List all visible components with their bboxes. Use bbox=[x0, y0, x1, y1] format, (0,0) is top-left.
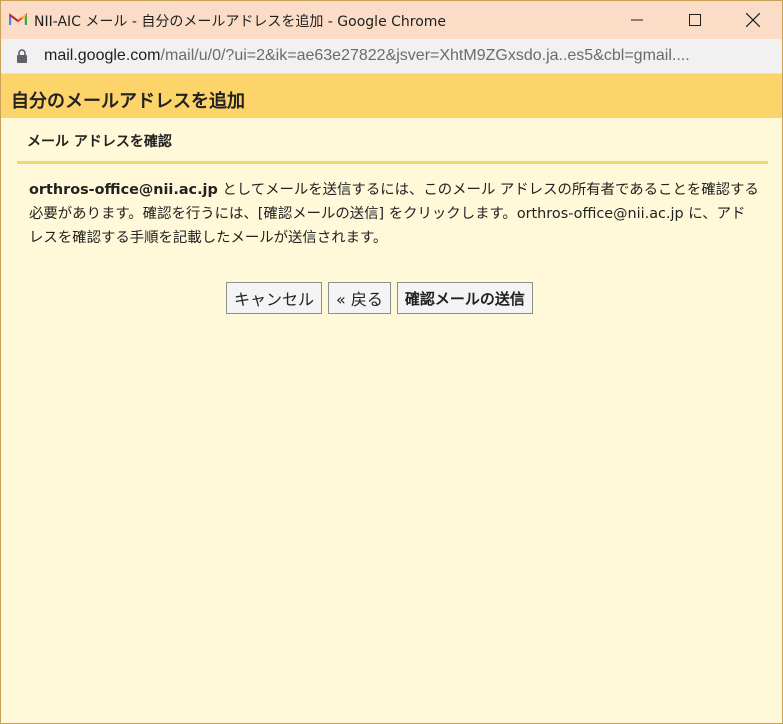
page-title: 自分のメールアドレスを追加 bbox=[11, 91, 245, 112]
button-row: キャンセル « 戻る 確認メールの送信 bbox=[226, 282, 533, 314]
close-icon bbox=[746, 13, 760, 27]
cancel-button[interactable]: キャンセル bbox=[226, 282, 323, 314]
url-host: mail.google.com bbox=[44, 47, 161, 64]
section-divider bbox=[17, 161, 768, 164]
close-button[interactable] bbox=[730, 1, 776, 39]
title-bar: NII-AIC メール - 自分のメールアドレスを追加 - Google Chr… bbox=[1, 1, 782, 39]
dialog-window: NII-AIC メール - 自分のメールアドレスを追加 - Google Chr… bbox=[0, 0, 783, 724]
window-title: NII-AIC メール - 自分のメールアドレスを追加 - Google Chr… bbox=[34, 14, 447, 30]
maximize-button[interactable] bbox=[672, 1, 718, 39]
gmail-logo-icon bbox=[9, 13, 27, 25]
section-title: メール アドレスを確認 bbox=[27, 134, 172, 150]
address-bar[interactable]: mail.google.com/mail/u/0/?ui=2&ik=ae63e2… bbox=[1, 39, 782, 74]
lock-icon bbox=[17, 49, 27, 63]
url-text[interactable]: mail.google.com/mail/u/0/?ui=2&ik=ae63e2… bbox=[44, 47, 764, 65]
url-path: /mail/u/0/?ui=2&ik=ae63e27822&jsver=XhtM… bbox=[160, 47, 690, 64]
confirmation-message: orthros-office@nii.ac.jp としてメールを送信するには、こ… bbox=[29, 178, 759, 250]
minimize-icon bbox=[631, 19, 643, 21]
send-verification-button[interactable]: 確認メールの送信 bbox=[396, 282, 533, 314]
maximize-icon bbox=[689, 14, 701, 26]
email-address: orthros-office@nii.ac.jp bbox=[29, 182, 218, 198]
dialog-header: 自分のメールアドレスを追加 bbox=[1, 74, 782, 118]
minimize-button[interactable] bbox=[614, 1, 660, 39]
back-button[interactable]: « 戻る bbox=[328, 282, 391, 314]
